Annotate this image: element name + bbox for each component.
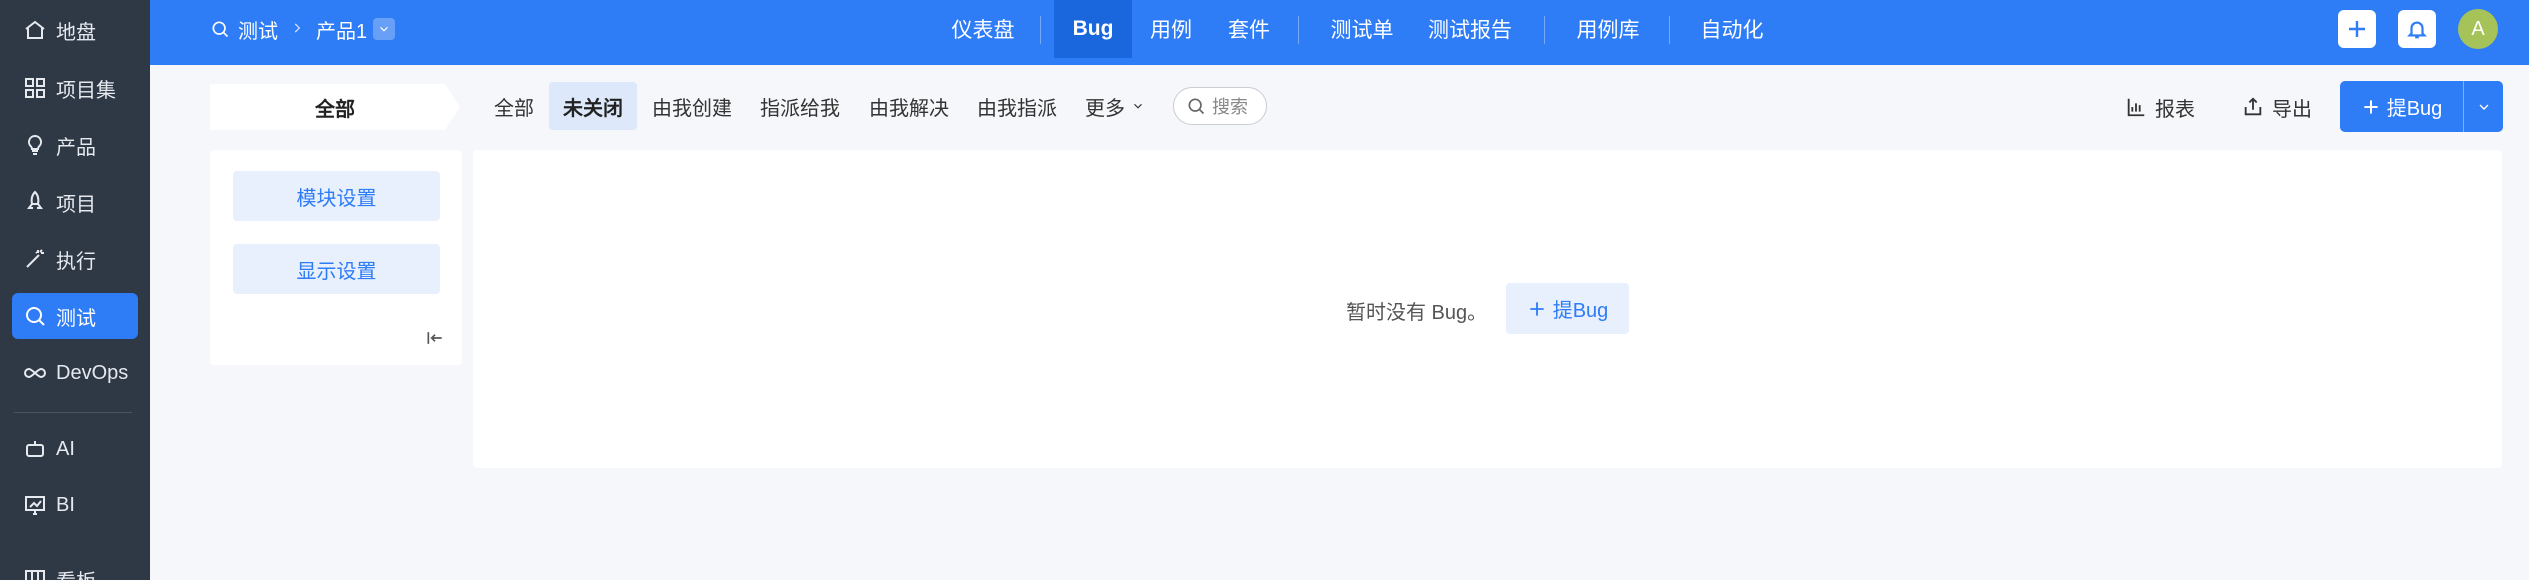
report-button[interactable]: 报表	[2125, 84, 2195, 130]
module-panel: 模块设置 显示设置	[210, 150, 462, 365]
create-bug-label: 提Bug	[2386, 98, 2443, 120]
sidebar-divider	[14, 412, 132, 413]
bug-list-panel	[473, 150, 2502, 468]
home-icon	[22, 17, 48, 43]
nav-suite[interactable]: 套件	[1218, 0, 1280, 58]
export-button[interactable]: 导出	[2242, 84, 2312, 130]
grid-icon	[22, 75, 48, 101]
infinity-icon	[22, 360, 48, 386]
sidebar-item-program[interactable]: 项目集	[12, 65, 138, 111]
nav-testcase[interactable]: 用例	[1140, 0, 1202, 58]
chart-board-icon	[22, 492, 48, 518]
search-icon	[22, 303, 48, 329]
filter-tab-assigned-to-me[interactable]: 指派给我	[746, 82, 854, 130]
search-icon	[1188, 98, 1205, 115]
sidebar-item-label: 产品	[56, 136, 96, 159]
product-all-selector[interactable]: 全部	[210, 84, 460, 130]
chevron-down-icon	[2479, 104, 2488, 110]
sidebar-item-product[interactable]: 产品	[12, 122, 138, 168]
sidebar-item-label: 看板	[56, 565, 96, 580]
sidebar-item-label: BI	[56, 493, 75, 516]
sidebar-item-label: 执行	[56, 250, 96, 273]
notification-button[interactable]	[2398, 10, 2436, 48]
sidebar-item-execution[interactable]: 执行	[12, 236, 138, 282]
create-bug-dropdown-button[interactable]	[2463, 81, 2503, 132]
chevron-right-icon	[290, 18, 304, 41]
sidebar-item-label: 项目	[56, 193, 96, 216]
nav-testtask[interactable]: 测试单	[1320, 0, 1404, 58]
breadcrumb: 测试 产品1	[210, 0, 396, 58]
filter-tab-created-by-me[interactable]: 由我创建	[638, 82, 746, 130]
filter-more-dropdown[interactable]: 更多	[1071, 82, 1159, 130]
nav-automation[interactable]: 自动化	[1690, 0, 1774, 58]
wand-icon	[22, 246, 48, 272]
report-label: 报表	[2155, 98, 2195, 121]
product-dropdown-button[interactable]	[373, 18, 396, 40]
nav-testreport[interactable]: 测试报告	[1418, 0, 1522, 58]
filter-tab-resolved-by-me[interactable]: 由我解决	[855, 82, 963, 130]
sidebar-item-devops[interactable]: DevOps	[12, 350, 138, 396]
create-bug-button[interactable]: 提Bug	[2340, 81, 2463, 132]
nav-divider	[1040, 16, 1041, 44]
breadcrumb-module[interactable]: 测试	[238, 15, 278, 44]
sidebar-item-label: DevOps	[56, 361, 129, 384]
chevron-down-icon	[380, 26, 389, 32]
sidebar-item-project[interactable]: 项目	[12, 179, 138, 225]
nav-bug[interactable]: Bug	[1054, 0, 1132, 58]
sidebar-item-label: 地盘	[56, 21, 96, 44]
search-label: 搜索	[1212, 97, 1248, 117]
display-settings-button[interactable]: 显示设置	[233, 244, 440, 294]
plus-icon	[2364, 99, 2378, 114]
rocket-icon	[22, 189, 48, 215]
plus-icon	[2349, 21, 2365, 37]
nav-caselib[interactable]: 用例库	[1566, 0, 1650, 58]
sidebar-item-label: 项目集	[56, 79, 116, 102]
sidebar-item-label: 测试	[56, 307, 96, 330]
nav-divider	[1298, 16, 1299, 44]
empty-create-bug-button[interactable]: 提Bug	[1506, 283, 1629, 334]
filter-tab-all[interactable]: 全部	[480, 82, 548, 130]
module-settings-button[interactable]: 模块设置	[233, 171, 440, 221]
robot-icon	[22, 436, 48, 462]
collapse-left-icon	[427, 332, 442, 344]
search-button[interactable]: 搜索	[1173, 87, 1267, 125]
filter-tab-unclosed[interactable]: 未关闭	[549, 82, 637, 130]
sidebar: 地盘 项目集 产品 项目 执行 测试 DevOps AI BI 看板	[0, 0, 150, 580]
export-icon	[2244, 97, 2262, 116]
nav-dashboard[interactable]: 仪表盘	[928, 0, 1038, 58]
more-label: 更多	[1085, 97, 1125, 120]
filter-tab-assigned-by-me[interactable]: 由我指派	[963, 82, 1071, 130]
sidebar-item-label: AI	[56, 437, 75, 460]
sidebar-item-test[interactable]: 测试	[12, 293, 138, 339]
empty-create-bug-label: 提Bug	[1552, 300, 1609, 322]
lightbulb-icon	[22, 132, 48, 158]
sidebar-item-dashboard[interactable]: 地盘	[12, 7, 138, 53]
avatar[interactable]: A	[2458, 9, 2498, 49]
kanban-icon	[22, 566, 48, 580]
create-bug-button-group: 提Bug	[2340, 81, 2503, 132]
sidebar-item-ai[interactable]: AI	[12, 426, 138, 472]
search-icon	[210, 19, 230, 39]
bar-chart-icon	[2127, 98, 2145, 117]
bell-icon	[2407, 21, 2427, 39]
sidebar-item-bi[interactable]: BI	[12, 482, 138, 528]
nav-divider	[1544, 16, 1545, 44]
plus-icon	[1530, 301, 1544, 316]
export-label: 导出	[2272, 98, 2312, 121]
chevron-down-icon	[1134, 103, 1142, 109]
empty-state-message: 暂时没有 Bug。	[1346, 302, 1488, 324]
collapse-sidebar-button[interactable]	[425, 328, 445, 353]
top-navigation-bar: 测试 产品1 仪表盘 Bug 用例 套件 测试单 测试报告 用例库 自动化 A	[150, 0, 2529, 65]
breadcrumb-product[interactable]: 产品1	[316, 15, 367, 44]
nav-divider	[1669, 16, 1670, 44]
sidebar-item-kanban[interactable]: 看板	[12, 556, 138, 580]
create-plus-button[interactable]	[2338, 10, 2376, 48]
